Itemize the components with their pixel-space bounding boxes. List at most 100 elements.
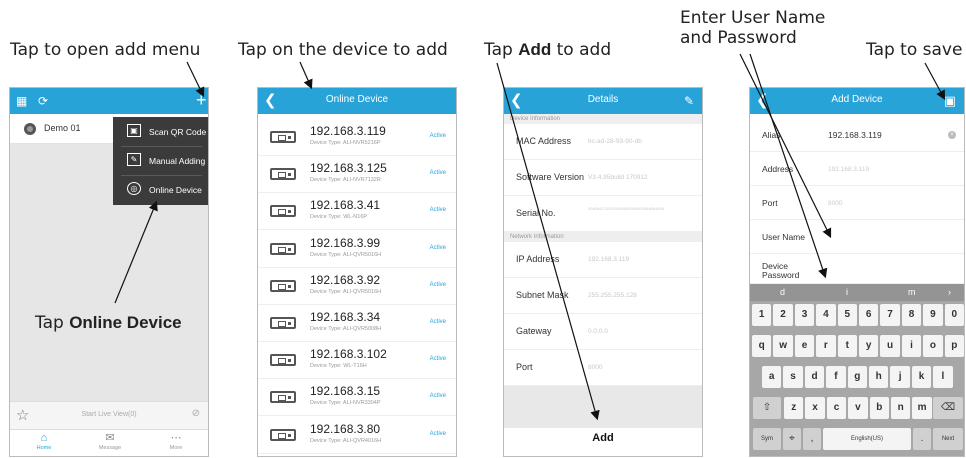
add-plus-icon[interactable]: + xyxy=(196,90,207,110)
key-0[interactable]: 1 xyxy=(752,304,772,326)
tab-label: Message xyxy=(98,445,122,451)
key-letter[interactable]: l xyxy=(933,366,953,388)
menu-item-manual-adding[interactable]: ✎ Manual Adding xyxy=(113,146,208,175)
field-label: IP Address xyxy=(516,254,560,264)
key-letter[interactable]: k xyxy=(911,366,932,388)
key-9[interactable]: 0 xyxy=(944,304,964,326)
device-list-icon[interactable]: ▦ xyxy=(16,91,27,111)
field-label: Device Password xyxy=(762,261,800,280)
key-letter[interactable]: f xyxy=(826,366,846,388)
row-alias[interactable]: Alias 192.168.3.119 × xyxy=(750,118,964,152)
sym-key[interactable]: Sym xyxy=(753,428,781,450)
key-letter[interactable]: e xyxy=(794,335,815,357)
add-device-topbar: ❮ Add Device ▣ xyxy=(750,88,964,114)
key-letter[interactable]: b xyxy=(869,397,889,419)
device-type: Device Type: WL-T16H xyxy=(310,363,367,370)
key-4[interactable]: 5 xyxy=(837,304,857,326)
key-letter[interactable]: z xyxy=(784,397,804,419)
key-letter[interactable]: h xyxy=(869,366,889,388)
key-letter[interactable]: s xyxy=(783,366,803,388)
key-letter[interactable]: u xyxy=(880,335,900,357)
key-letter[interactable]: r xyxy=(816,335,836,357)
menu-item-scan-qr[interactable]: ▣ Scan QR Code xyxy=(113,117,208,146)
key-letter[interactable]: w xyxy=(773,335,793,357)
row-device-password[interactable]: Device Password xyxy=(750,254,964,284)
tab-home[interactable]: ⌂ Home xyxy=(24,432,64,451)
key-8[interactable]: 9 xyxy=(923,304,943,326)
row-address[interactable]: Address 192.168.3.119 xyxy=(750,152,964,186)
key-letter[interactable]: i xyxy=(901,335,922,357)
device-list-item[interactable]: 192.168.3.92 Device Type: ALI-QVR5016H Act… xyxy=(258,268,456,305)
key-letter[interactable]: m xyxy=(912,397,932,419)
playback-icon[interactable]: ⟳ xyxy=(38,91,48,111)
field-value: 4040A071102015000000000000048A4405 xyxy=(588,206,665,211)
key-letter[interactable]: q xyxy=(752,335,772,357)
key-letter[interactable]: x xyxy=(805,397,825,419)
section-network-information: Network Information xyxy=(504,232,702,242)
device-status: Active xyxy=(429,170,446,177)
device-list-item[interactable]: 192.168.3.80 Device Type: ALI-QVR4016H Act… xyxy=(258,417,456,454)
page-title: Add Device xyxy=(831,94,883,105)
device-list-item[interactable]: 192.168.3.34 Device Type: ALI-QVR5008H Act… xyxy=(258,305,456,342)
save-icon[interactable]: ▣ xyxy=(944,91,956,111)
key-2[interactable]: 3 xyxy=(794,304,815,326)
key-letter[interactable]: y xyxy=(859,335,879,357)
suggestion-word[interactable]: i xyxy=(846,287,848,297)
device-type: Device Type: ALI-NVR3304P xyxy=(310,400,381,407)
row-port[interactable]: Port 8000 xyxy=(750,186,964,220)
device-list-item[interactable]: 192.168.3.41 Device Type: WL-N16P Active xyxy=(258,193,456,231)
more-icon: ⋯ xyxy=(170,432,182,444)
field-label: Gateway xyxy=(516,326,552,336)
device-ip: 192.168.3.80 xyxy=(310,421,381,436)
field-value: 0.0.0.0 xyxy=(588,328,608,335)
period-key[interactable]: . xyxy=(913,428,931,450)
suggestion-word[interactable]: d xyxy=(780,287,785,297)
start-live-view-button[interactable]: Start Live View(0) xyxy=(10,411,208,418)
field-value: V3.4.95build 170912 xyxy=(588,174,648,181)
row-user-name[interactable]: User Name xyxy=(750,220,964,254)
device-list-item[interactable]: 192.168.3.102 Device Type: WL-T16H Active xyxy=(258,342,456,380)
mic-key-icon[interactable]: ⌖ xyxy=(783,428,801,450)
key-letter[interactable]: n xyxy=(891,397,911,419)
menu-item-online-device[interactable]: ◎ Online Device xyxy=(113,175,208,204)
device-list-item[interactable]: 192.168.3.15 Device Type: ALI-NVR3304P Act… xyxy=(258,379,456,417)
space-key[interactable]: English(US) xyxy=(823,428,911,450)
tab-more[interactable]: ⋯ More xyxy=(156,432,196,451)
nvr-device-icon xyxy=(270,354,296,367)
key-letter[interactable]: j xyxy=(890,366,910,388)
key-3[interactable]: 4 xyxy=(816,304,836,326)
key-letter[interactable]: o xyxy=(923,335,943,357)
key-letter[interactable]: c xyxy=(826,397,847,419)
edit-circle-icon[interactable]: ✎ xyxy=(684,91,694,111)
suggestion-chevron-icon[interactable]: › xyxy=(948,287,951,297)
port-field[interactable]: 8000 xyxy=(828,200,842,207)
key-1[interactable]: 2 xyxy=(773,304,793,326)
suggestion-word[interactable]: m xyxy=(908,287,916,297)
key-6[interactable]: 7 xyxy=(880,304,900,326)
device-list-item[interactable]: 192.168.3.125 Device Type: ALI-NVR7132R Ac… xyxy=(258,156,456,194)
key-letter[interactable]: g xyxy=(847,366,867,388)
key-7[interactable]: 8 xyxy=(901,304,922,326)
on-screen-keyboard: d i m › 1 2 3 4 5 6 7 8 9 0 q w e r t y u i o p a s d f g h j k l ⇧ z x… xyxy=(750,284,964,456)
alias-field[interactable]: 192.168.3.119 xyxy=(828,130,882,140)
key-letter[interactable]: p xyxy=(944,335,964,357)
row-software-version: Software Version V3.4.95build 170912 xyxy=(504,160,702,196)
tab-message[interactable]: ✉ Message xyxy=(90,432,130,451)
home-icon: ⌂ xyxy=(40,432,48,444)
backspace-key-icon[interactable]: ⌫ xyxy=(933,397,963,419)
device-list-item[interactable]: 192.168.3.99 Device Type: ALI-QVR5016H Act… xyxy=(258,231,456,268)
key-5[interactable]: 6 xyxy=(859,304,879,326)
next-key[interactable]: Next xyxy=(933,428,963,450)
screen-home: ▦ ⟳ + Demo 01 ▣ Scan QR Code ✎ Manual Ad… xyxy=(9,87,209,457)
stop-icon[interactable]: ⊘ xyxy=(192,408,200,419)
comma-key[interactable]: , xyxy=(803,428,821,450)
clear-icon[interactable]: × xyxy=(948,131,956,139)
device-list-item[interactable]: 192.168.3.119 Device Type: ALI-NVR5216P Ac… xyxy=(258,119,456,156)
key-letter[interactable]: v xyxy=(848,397,868,419)
add-button[interactable]: Add xyxy=(504,432,702,444)
key-letter[interactable]: t xyxy=(837,335,857,357)
key-letter[interactable]: a xyxy=(762,366,782,388)
address-field[interactable]: 192.168.3.119 xyxy=(828,166,869,173)
shift-key-icon[interactable]: ⇧ xyxy=(753,397,781,419)
key-letter[interactable]: d xyxy=(804,366,825,388)
